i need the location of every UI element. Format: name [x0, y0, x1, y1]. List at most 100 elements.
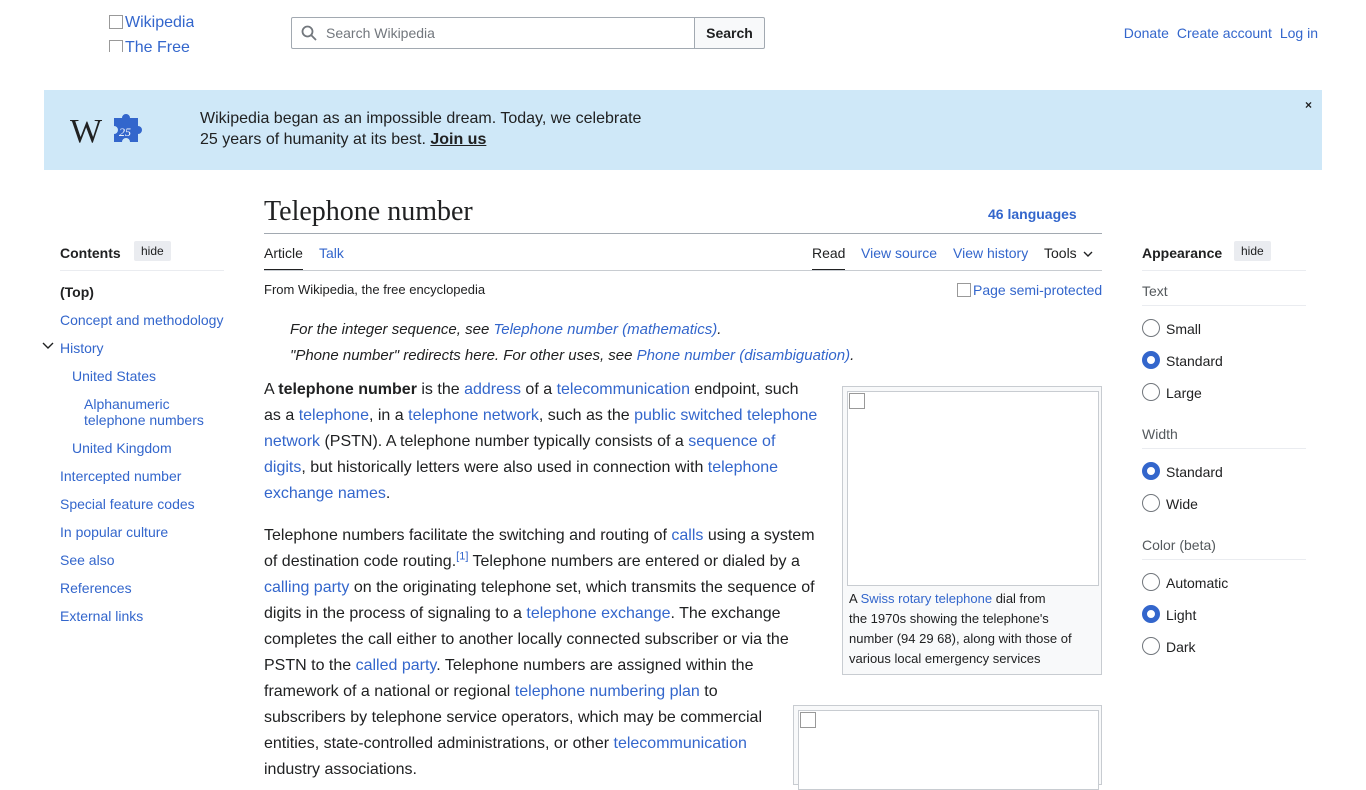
toc-item-concept[interactable]: Concept and methodology — [60, 312, 223, 328]
width-standard-radio[interactable] — [1142, 462, 1160, 480]
create-account-link[interactable]: Create account — [1177, 25, 1272, 41]
appearance-hide-button[interactable]: hide — [1234, 241, 1271, 261]
tab-view-source[interactable]: View source — [861, 245, 937, 271]
text-small-radio[interactable] — [1142, 319, 1160, 337]
broken-image-icon — [849, 393, 865, 409]
toc-item-popular-culture[interactable]: In popular culture — [60, 524, 168, 540]
text-large-label[interactable]: Large — [1166, 385, 1202, 401]
phone-number-disambiguation-link[interactable]: Phone number (disambiguation) — [637, 347, 850, 364]
telecommunication-industry-link[interactable]: telecommunication — [614, 735, 747, 752]
toc-item-united-kingdom[interactable]: United Kingdom — [72, 440, 172, 456]
appearance-divider — [1142, 305, 1306, 306]
width-label: Width — [1142, 426, 1178, 442]
search-icon — [301, 25, 317, 41]
telephone-numbering-plan-link[interactable]: telephone numbering plan — [515, 683, 700, 700]
telephone-exchange-names-link-cont[interactable]: exchange names — [264, 485, 386, 502]
log-in-link[interactable]: Log in — [1280, 25, 1318, 41]
calling-party-link[interactable]: calling party — [264, 579, 349, 596]
svg-text:W: W — [70, 113, 103, 150]
toc-item-alphanumeric[interactable]: Alphanumeric — [84, 396, 170, 412]
pstn-link[interactable]: public switched telephone — [634, 407, 817, 424]
toc-item-alphanumeric-cont[interactable]: telephone numbers — [84, 412, 204, 428]
pstn-link-cont[interactable]: network — [264, 433, 320, 450]
tab-talk[interactable]: Talk — [319, 245, 344, 271]
appearance-divider — [1142, 448, 1306, 449]
tab-read[interactable]: Read — [812, 245, 846, 271]
telephone-exchange-names-link[interactable]: telephone — [708, 459, 778, 476]
toc-item-top[interactable]: (Top) — [60, 284, 94, 300]
page-title: Telephone number — [264, 196, 473, 227]
sequence-of-digits-link[interactable]: sequence of — [688, 433, 775, 450]
join-us-link[interactable]: Join us — [430, 131, 486, 148]
telephone-link[interactable]: telephone — [299, 407, 369, 424]
toc-item-united-states[interactable]: United States — [72, 368, 156, 384]
wikipedia-logo[interactable]: Wikipedia — [109, 14, 194, 32]
donate-link[interactable]: Donate — [1124, 25, 1169, 41]
tab-article[interactable]: Article — [264, 245, 303, 271]
site-tagline: From Wikipedia, the free encyclopedia — [264, 282, 486, 297]
tab-view-history[interactable]: View history — [953, 245, 1028, 271]
wikipedia-25-logo: W 25 — [70, 113, 142, 150]
swiss-rotary-telephone-link[interactable]: Swiss rotary telephone — [861, 591, 993, 606]
rotary-dial-figure: A Swiss rotary telephone dial from the 1… — [842, 386, 1102, 675]
close-banner-button[interactable]: × — [1305, 98, 1312, 112]
text-large-radio[interactable] — [1142, 383, 1160, 401]
toc-item-history[interactable]: History — [60, 340, 104, 356]
rotary-dial-image[interactable] — [847, 391, 1099, 586]
search-input[interactable] — [291, 17, 695, 49]
width-standard-label[interactable]: Standard — [1166, 464, 1223, 480]
width-wide-label[interactable]: Wide — [1166, 496, 1198, 512]
appearance-divider — [1142, 559, 1306, 560]
svg-text:25: 25 — [119, 125, 131, 139]
text-size-label: Text — [1142, 283, 1168, 299]
sequence-of-digits-link-cont[interactable]: digits — [264, 459, 301, 476]
broken-image-icon — [109, 40, 123, 52]
toc-title: Contents — [60, 245, 121, 261]
second-figure — [793, 705, 1102, 790]
text-standard-radio[interactable] — [1142, 351, 1160, 369]
toc-item-special-codes[interactable]: Special feature codes — [60, 496, 195, 512]
color-light-radio[interactable] — [1142, 605, 1160, 623]
toc-item-references[interactable]: References — [60, 580, 132, 596]
text-standard-label[interactable]: Standard — [1166, 353, 1223, 369]
chevron-down-icon — [1083, 251, 1093, 258]
toc-item-external-links[interactable]: External links — [60, 608, 143, 624]
color-dark-radio[interactable] — [1142, 637, 1160, 655]
tools-menu[interactable]: Tools — [1044, 245, 1093, 271]
telecommunication-link[interactable]: telecommunication — [557, 381, 690, 398]
figure-caption: A Swiss rotary telephone dial from the 1… — [849, 591, 1072, 666]
color-automatic-label[interactable]: Automatic — [1166, 575, 1228, 591]
broken-image-icon — [109, 15, 123, 29]
address-link[interactable]: address — [464, 381, 521, 398]
second-figure-image[interactable] — [798, 710, 1099, 790]
called-party-link[interactable]: called party — [356, 657, 437, 674]
telephone-number-mathematics-link[interactable]: Telephone number (mathematics) — [493, 321, 717, 338]
tabs-divider — [264, 270, 1102, 271]
routing-paragraph: Telephone numbers facilitate the switchi… — [264, 527, 815, 778]
banner-message: Wikipedia began as an impossible dream. … — [200, 110, 642, 148]
title-divider — [264, 233, 1102, 234]
telephone-network-link[interactable]: telephone network — [408, 407, 539, 424]
anniversary-banner: W 25 Wikipedia began as an impossible dr… — [44, 90, 1322, 170]
appearance-divider — [1142, 270, 1306, 271]
color-automatic-radio[interactable] — [1142, 573, 1160, 591]
toc-item-intercepted[interactable]: Intercepted number — [60, 468, 181, 484]
appearance-title: Appearance — [1142, 245, 1223, 261]
width-wide-radio[interactable] — [1142, 494, 1160, 512]
intro-paragraph: A telephone number is the address of a t… — [264, 381, 818, 502]
semi-protected-indicator[interactable]: Page semi-protected — [957, 282, 1102, 298]
reference-1-link[interactable]: [1] — [456, 551, 468, 563]
wikipedia-tagline-image[interactable]: The Free — [109, 40, 190, 52]
toc-item-see-also[interactable]: See also — [60, 552, 114, 568]
toc-hide-button[interactable]: hide — [134, 241, 171, 261]
telephone-exchange-link[interactable]: telephone exchange — [526, 605, 670, 622]
color-light-label[interactable]: Light — [1166, 607, 1196, 623]
search-button[interactable]: Search — [694, 17, 765, 49]
broken-image-icon — [957, 283, 971, 297]
calls-link[interactable]: calls — [671, 527, 703, 544]
chevron-down-icon[interactable] — [42, 341, 54, 351]
color-label: Color (beta) — [1142, 537, 1216, 553]
color-dark-label[interactable]: Dark — [1166, 639, 1196, 655]
languages-button[interactable]: 46 languages — [988, 206, 1077, 222]
text-small-label[interactable]: Small — [1166, 321, 1201, 337]
